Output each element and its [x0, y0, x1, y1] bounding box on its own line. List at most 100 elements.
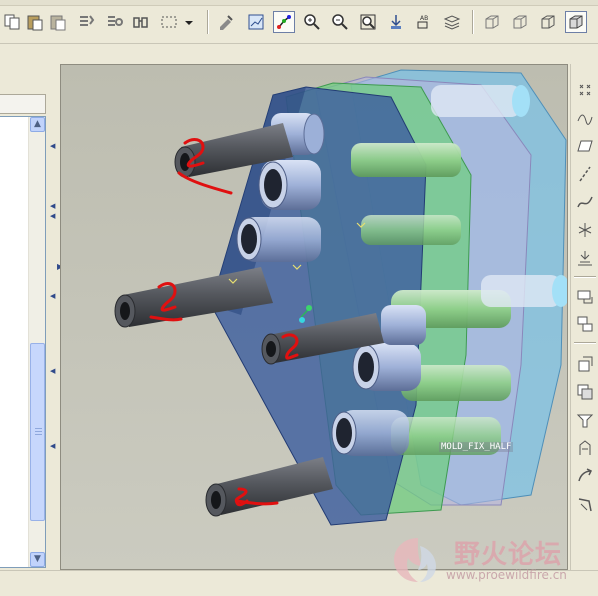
- layers-icon: [443, 15, 461, 30]
- part-name-label: MOLD_FIX_HALF: [439, 442, 514, 452]
- splitter-arrow-icon: ◀: [50, 142, 56, 150]
- forum-watermark: 野火论坛 www.proewildfire.cn: [390, 530, 595, 590]
- repaint-icon: [220, 15, 233, 30]
- wildfire-logo-icon: [394, 538, 436, 582]
- mold-assembly-model[interactable]: [61, 65, 568, 570]
- view-display-button[interactable]: [245, 11, 267, 33]
- split-volume-button[interactable]: [573, 312, 597, 336]
- zoom-out-icon: [332, 14, 348, 30]
- mold-opening-icon: [578, 468, 593, 482]
- regen-manager-icon: [108, 16, 123, 26]
- sketch-curve-button[interactable]: [573, 106, 597, 130]
- datum-toolbar: [570, 64, 598, 570]
- splitter-arrow-icon: ◀: [50, 367, 56, 375]
- wireframe-button[interactable]: [481, 11, 503, 33]
- toolbar-separator: [574, 276, 596, 278]
- paste-special-button[interactable]: [47, 11, 69, 33]
- datum-axis-button[interactable]: [573, 162, 597, 186]
- extract-button[interactable]: [573, 380, 597, 404]
- panel-splitter[interactable]: ◀ ◀ ◀ ◀ ◀ ◀: [47, 64, 57, 570]
- regen-manager-button[interactable]: [103, 11, 125, 33]
- model-tree-scrollbar[interactable]: ▲ ▼: [28, 117, 45, 567]
- datum-curve-button[interactable]: [573, 190, 597, 214]
- wireframe-icon: [485, 15, 499, 29]
- main-toolbar: AB: [0, 0, 598, 44]
- paste-special-icon: [50, 15, 66, 31]
- zoom-in-button[interactable]: [301, 11, 323, 33]
- model-tree-header: [0, 94, 46, 114]
- parting-surface-icon: [577, 290, 593, 304]
- watermark-title: 野火论坛: [454, 540, 563, 570]
- layers-button[interactable]: [441, 11, 463, 33]
- dropdown-arrow-icon: [185, 21, 193, 25]
- regenerate-icon: [80, 15, 95, 26]
- draft-check-icon: [578, 498, 592, 512]
- zoom-out-button[interactable]: [329, 11, 351, 33]
- toolbar-separator: [574, 342, 596, 344]
- grip-line: [35, 434, 42, 435]
- datum-plane-icon: [577, 140, 593, 152]
- coordinate-system-button[interactable]: [573, 218, 597, 242]
- paste-button[interactable]: [24, 11, 46, 33]
- hidden-line-icon: [513, 15, 527, 29]
- svg-text:AB: AB: [420, 15, 428, 22]
- waterline-button[interactable]: [573, 436, 597, 460]
- waterline-icon: [579, 440, 591, 455]
- repaint-button[interactable]: [215, 11, 237, 33]
- scroll-thumb[interactable]: [30, 343, 45, 521]
- menu-bar-strip: [0, 0, 598, 6]
- select-box-button[interactable]: [158, 11, 180, 33]
- copy-icon: [4, 14, 20, 30]
- datum-point-icon: [579, 84, 591, 96]
- zoom-in-icon: [304, 14, 320, 30]
- splitter-arrow-icon: ◀: [50, 292, 56, 300]
- draft-check-button[interactable]: [573, 492, 597, 516]
- toolbar-separator: [207, 10, 209, 34]
- no-hidden-icon: [541, 15, 555, 29]
- splitter-arrow-icon: ◀: [50, 442, 56, 450]
- mold-volume-button[interactable]: [573, 352, 597, 376]
- scroll-down-arrow-icon[interactable]: ▼: [30, 552, 45, 567]
- scroll-up-arrow-icon[interactable]: ▲: [30, 117, 45, 132]
- watermark-url: www.proewildfire.cn: [446, 568, 567, 582]
- shading-button[interactable]: [565, 11, 587, 33]
- cad-application-window: AB ▲ ▼ ◀ ◀ ◀ ◀ ◀ ◀ MOLD_FIX_HALF 野火论坛 ww…: [0, 0, 598, 596]
- spin-center-button[interactable]: [273, 11, 295, 33]
- analysis-button[interactable]: [573, 246, 597, 270]
- runner-icon: [576, 414, 594, 428]
- datum-axis-icon: [579, 166, 591, 182]
- model-tree-list[interactable]: ▲ ▼: [0, 116, 46, 568]
- mold-opening-button[interactable]: [573, 464, 597, 488]
- copy-button[interactable]: [2, 11, 24, 33]
- hidden-line-button[interactable]: [509, 11, 531, 33]
- no-hidden-button[interactable]: [537, 11, 559, 33]
- datum-point-button[interactable]: [573, 78, 597, 102]
- grip-line: [35, 428, 42, 429]
- parting-surface-button[interactable]: [573, 284, 597, 308]
- analysis-icon: [578, 251, 592, 266]
- refit-icon: [360, 14, 376, 30]
- graphics-window[interactable]: MOLD_FIX_HALF: [60, 64, 568, 570]
- paste-icon: [27, 15, 43, 31]
- mold-volume-icon: [578, 356, 593, 372]
- splitter-arrow-icon: ◀: [50, 202, 56, 210]
- named-views-button[interactable]: AB: [413, 11, 435, 33]
- named-views-icon: AB: [417, 15, 428, 29]
- toolbar-separator: [472, 10, 474, 34]
- view-display-icon: [248, 14, 264, 30]
- spin-center-icon: [277, 15, 291, 29]
- split-volume-icon: [577, 316, 593, 332]
- select-dropdown-button[interactable]: [182, 11, 196, 33]
- sketch-curve-icon: [577, 114, 593, 125]
- coordinate-system-icon: [578, 223, 592, 237]
- find-button[interactable]: [130, 11, 152, 33]
- select-box-icon: [161, 16, 177, 28]
- orient-button[interactable]: [385, 11, 407, 33]
- datum-plane-button[interactable]: [573, 134, 597, 158]
- runner-button[interactable]: [573, 408, 597, 432]
- grip-line: [35, 431, 42, 432]
- splitter-arrow-icon: ◀: [50, 212, 56, 220]
- refit-button[interactable]: [357, 11, 379, 33]
- extract-icon: [577, 384, 593, 400]
- regenerate-button[interactable]: [75, 11, 97, 33]
